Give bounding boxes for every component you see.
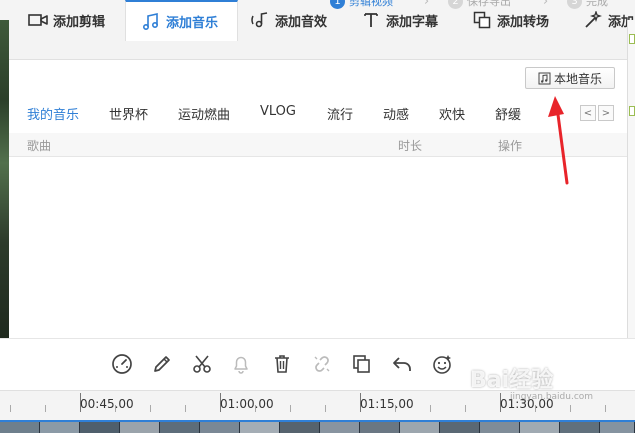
tab-label: 添加转场 <box>497 14 550 30</box>
category-vlog[interactable]: VLOG <box>260 104 296 119</box>
trash-icon[interactable] <box>270 352 294 376</box>
tab-label: 添加音效 <box>275 14 328 30</box>
unlink-icon <box>310 352 334 376</box>
step-number: 2 <box>448 0 463 9</box>
step-number: 1 <box>330 0 345 9</box>
tab-add-sound-effect[interactable]: 添加音效 <box>250 0 327 40</box>
time-label: 01:00.00 <box>220 397 274 411</box>
music-note-icon <box>141 12 161 31</box>
time-label: 01:15.00 <box>360 397 414 411</box>
magic-wand-icon <box>583 11 603 29</box>
pencil-icon[interactable] <box>150 352 174 376</box>
category-sports[interactable]: 运动燃曲 <box>178 104 230 123</box>
music-file-icon <box>538 72 551 85</box>
ruler-tick <box>10 405 11 412</box>
tab-label: 添加音乐 <box>166 16 219 31</box>
ruler-tick <box>290 405 291 412</box>
category-next-button[interactable]: > <box>598 105 614 121</box>
text-icon <box>361 11 381 29</box>
ruler-tick <box>185 405 186 412</box>
ruler-tick <box>465 405 466 412</box>
watermark-subtext: jingyan.baidu.com <box>510 392 594 402</box>
category-cheerful[interactable]: 欢快 <box>439 104 465 123</box>
category-soothing[interactable]: 舒缓 <box>495 104 521 123</box>
chevron-right-icon: > <box>601 107 611 119</box>
ruler-tick <box>430 405 431 412</box>
column-duration: 时长 <box>398 139 423 153</box>
ruler-tick <box>325 405 326 412</box>
category-world-cup[interactable]: 世界杯 <box>109 104 148 123</box>
chevron-left-icon: < <box>583 107 593 119</box>
side-marker <box>629 106 635 116</box>
track-selection-bar <box>0 420 635 422</box>
bell-icon <box>229 352 253 376</box>
copy-icon[interactable] <box>350 352 374 376</box>
time-label: 00:45.00 <box>80 397 134 411</box>
category-my-music[interactable]: 我的音乐 <box>27 104 79 123</box>
video-preview-edge <box>0 20 9 338</box>
red-arrow-annotation <box>548 96 569 185</box>
speed-icon[interactable] <box>110 352 134 376</box>
ruler-tick <box>45 405 46 412</box>
camera-icon <box>28 11 48 29</box>
video-track-filmstrip[interactable] <box>0 420 635 433</box>
baidu-watermark: Bai经验 jingyan.baidu.com <box>470 362 593 402</box>
step-number: 3 <box>567 0 582 9</box>
tab-label: 添加剪辑 <box>53 14 106 30</box>
song-list-header <box>9 133 627 157</box>
tab-label: 添加字幕 <box>386 14 439 30</box>
ruler-tick <box>150 405 151 412</box>
column-song: 歌曲 <box>27 139 52 153</box>
tab-add-subtitle[interactable]: 添加字幕 <box>361 0 438 40</box>
tab-add-transition[interactable]: 添加转场 <box>472 0 549 40</box>
side-panel-edge <box>627 20 635 338</box>
transition-icon <box>472 11 492 29</box>
scissors-icon[interactable] <box>190 352 214 376</box>
tab-add-music[interactable]: 添加音乐 <box>125 0 238 41</box>
local-music-label: 本地音乐 <box>553 71 602 86</box>
ruler-tick <box>605 405 606 412</box>
category-pop[interactable]: 流行 <box>327 104 353 123</box>
tab-add-clip[interactable]: 添加剪辑 <box>28 0 105 40</box>
emoji-icon[interactable] <box>430 352 454 376</box>
sound-effect-icon <box>250 11 270 29</box>
music-panel <box>9 60 627 338</box>
side-marker <box>629 34 635 44</box>
column-action: 操作 <box>498 139 523 153</box>
category-prev-button[interactable]: < <box>580 105 596 121</box>
watermark-text: Bai经验 <box>470 368 554 393</box>
undo-icon[interactable] <box>390 352 414 376</box>
category-dynamic[interactable]: 动感 <box>383 104 409 123</box>
local-music-button[interactable]: 本地音乐 <box>525 67 615 89</box>
ruler-tick <box>570 405 571 412</box>
